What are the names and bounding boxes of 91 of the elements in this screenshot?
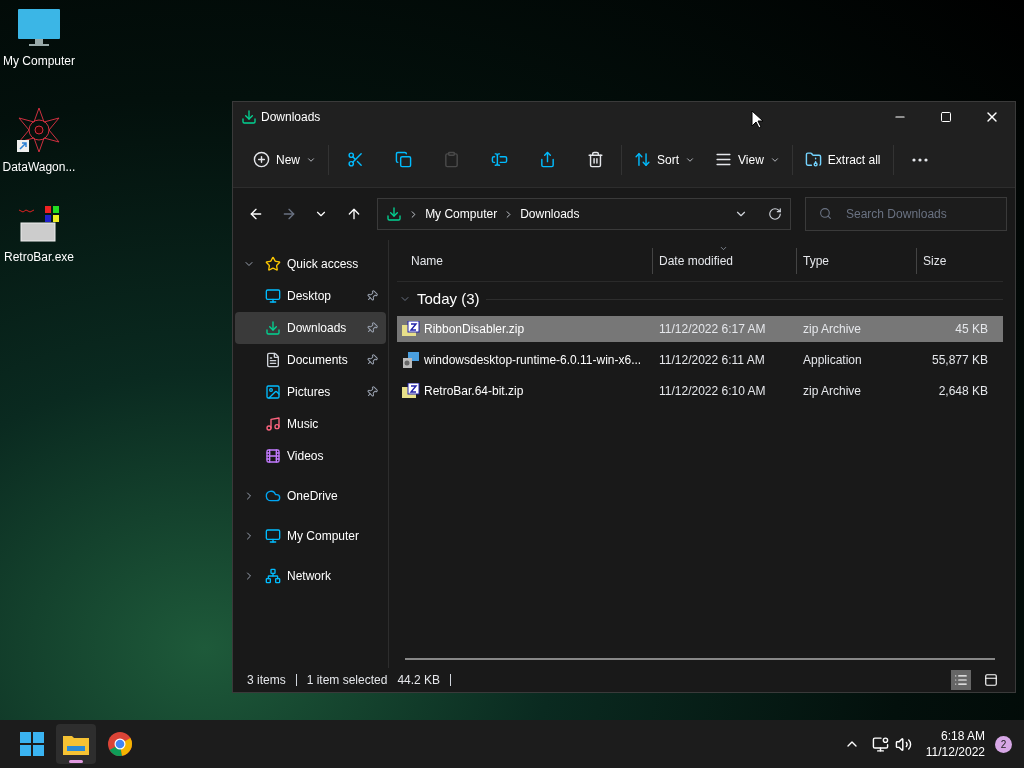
address-bar[interactable]: My Computer Downloads xyxy=(377,198,791,230)
nav-pane-label: Documents xyxy=(287,352,349,369)
download-icon xyxy=(241,109,257,125)
desktop-icon-label[interactable]: DataWagon... xyxy=(2,158,76,176)
network-icon[interactable] xyxy=(871,735,889,753)
column-header[interactable]: Size xyxy=(916,247,992,274)
network-icon xyxy=(265,568,281,584)
installer-icon xyxy=(402,352,420,368)
size-cell-text: 45 KB xyxy=(954,321,989,338)
nav-pane-item[interactable]: Videos xyxy=(235,440,386,472)
search-icon xyxy=(819,207,832,220)
picture-icon xyxy=(265,384,281,400)
zip-file-icon xyxy=(402,383,420,399)
file-name: windowsdesktop-runtime-6.0.11-win-x6... xyxy=(424,352,642,369)
nav-pane-label: Network xyxy=(287,568,332,585)
date-cell-text: 11/12/2022 6:17 AM xyxy=(658,321,767,338)
toolbar-button[interactable]: New xyxy=(243,141,326,178)
selection-info: 1 item selected xyxy=(306,672,388,689)
download-icon xyxy=(265,320,281,336)
nav-pane-item[interactable]: OneDrive xyxy=(235,480,386,512)
horizontal-scrollbar[interactable] xyxy=(405,658,995,660)
toolbar-button[interactable]: Extract all xyxy=(794,141,891,178)
breadcrumb[interactable]: My Computer xyxy=(425,205,498,223)
file-row[interactable]: windowsdesktop-runtime-6.0.11-win-x6... 11/12/2022 6:11 AM Application 55,877 KB xyxy=(397,347,1003,373)
refresh-icon[interactable] xyxy=(768,207,782,221)
column-header[interactable]: Type xyxy=(796,247,916,274)
monitor-icon xyxy=(17,8,61,48)
desktop-icon xyxy=(265,288,281,304)
breadcrumb[interactable]: Downloads xyxy=(520,205,580,223)
type-cell-text: zip Archive xyxy=(802,383,863,400)
file-row[interactable]: RetroBar.64-bit.zip 11/12/2022 6:10 AM zip Archive 2,648 KB xyxy=(397,378,1003,404)
panel-icon xyxy=(984,673,998,687)
size-cell-text: 2,648 KB xyxy=(937,383,989,400)
selection-size: 44.2 KB xyxy=(397,672,441,689)
nav-pane-item[interactable]: Network xyxy=(235,560,386,592)
type-cell-text: zip Archive xyxy=(802,321,863,338)
clock-time: 6:18 AM xyxy=(940,728,985,744)
desktop-icon-label[interactable]: My Computer xyxy=(3,52,75,70)
taskbar-app-button[interactable] xyxy=(56,724,96,764)
nav-pane-item[interactable]: My Computer xyxy=(235,520,386,552)
video-icon xyxy=(265,448,281,464)
nav-pane-label: My Computer xyxy=(287,528,361,545)
nav-pane-label: Desktop xyxy=(287,288,333,305)
file-row[interactable]: RibbonDisabler.zip 11/12/2022 6:17 AM zip Archive 45 KB xyxy=(397,316,1003,342)
nav-pane-item[interactable]: Music xyxy=(235,408,386,440)
volume-icon[interactable] xyxy=(894,735,912,753)
windows-logo-icon xyxy=(20,732,44,756)
nav-pane-label: Downloads xyxy=(287,320,348,337)
nav-pane-label: Quick access xyxy=(287,256,360,273)
size-cell-text: 55,877 KB xyxy=(930,352,989,369)
document-icon xyxy=(265,352,281,368)
desktop-icon-label[interactable]: RetroBar.exe xyxy=(3,248,74,266)
column-header[interactable]: Date modified xyxy=(652,247,796,274)
list-icon xyxy=(954,673,968,687)
toolbar-button[interactable]: View xyxy=(705,141,790,178)
browser-icon xyxy=(108,732,132,756)
program-icon xyxy=(17,204,61,244)
window-title: Downloads xyxy=(261,109,321,126)
group-header[interactable]: Today (3) xyxy=(397,282,1003,316)
date-cell-text: 11/12/2022 6:11 AM xyxy=(658,352,766,369)
date-cell-text: 11/12/2022 6:10 AM xyxy=(658,383,767,400)
nav-pane-item[interactable]: Documents xyxy=(235,344,386,376)
nav-pane-item[interactable]: Desktop xyxy=(235,280,386,312)
clock-date: 11/12/2022 xyxy=(925,744,985,760)
nav-pane-label: Music xyxy=(287,416,320,433)
nav-pane-item[interactable]: Pictures xyxy=(235,376,386,408)
nav-pane-label: Pictures xyxy=(287,384,332,401)
nav-pane-label: OneDrive xyxy=(287,488,339,505)
item-count: 3 items xyxy=(247,672,286,689)
download-icon xyxy=(386,206,403,222)
music-icon xyxy=(265,416,281,432)
file-name: RibbonDisabler.zip xyxy=(424,321,525,338)
folder-icon xyxy=(63,733,89,755)
search-field[interactable]: Search Downloads xyxy=(805,197,1007,231)
maximize-icon xyxy=(940,111,952,123)
details-view-button[interactable] xyxy=(951,670,971,690)
toolbar-button[interactable]: Sort xyxy=(624,141,706,178)
column-header[interactable]: Name xyxy=(397,247,652,274)
star-icon xyxy=(265,256,281,272)
nav-pane-item[interactable]: Downloads xyxy=(235,312,386,344)
mouse-pointer-icon xyxy=(751,110,763,129)
cloud-icon xyxy=(265,488,281,504)
computer-icon xyxy=(265,528,281,544)
file-name: RetroBar.64-bit.zip xyxy=(424,383,524,400)
zip-file-icon xyxy=(402,321,420,337)
notification-badge[interactable]: 2 xyxy=(995,735,1012,753)
type-cell-text: Application xyxy=(802,352,863,369)
nav-pane-label: Videos xyxy=(287,448,325,465)
nav-pane-item[interactable]: Quick access xyxy=(235,248,386,280)
clock[interactable]: 6:18 AM 11/12/2022 xyxy=(925,728,985,760)
star-pattern-icon xyxy=(15,106,63,154)
